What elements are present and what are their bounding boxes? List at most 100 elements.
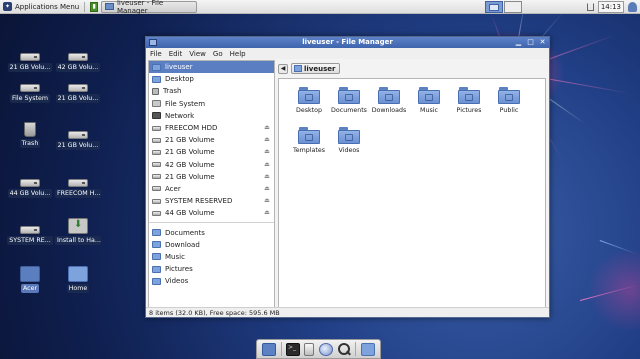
sidebar-item-label: Documents	[165, 228, 205, 237]
desktop-icon-freecom[interactable]: FREECOM H...	[55, 173, 101, 200]
sidebar-item-volume[interactable]: 42 GB Volume ⏏	[149, 159, 274, 171]
eject-icon[interactable]: ⏏	[264, 161, 270, 168]
sidebar-item-label: Desktop	[165, 75, 194, 84]
sidebar-item-trash[interactable]: Trash	[149, 85, 274, 97]
file-manager-icon	[105, 3, 114, 10]
eject-icon[interactable]: ⏏	[264, 137, 270, 143]
menu-edit[interactable]: Edit	[169, 50, 183, 58]
maximize-icon[interactable]: □	[526, 38, 535, 47]
menu-go[interactable]: Go	[213, 50, 223, 58]
desktop-icon-label: FREECOM H...	[55, 189, 101, 198]
panel-separator	[84, 1, 86, 12]
desktop-icon-volume[interactable]: 21 GB Volu...	[55, 125, 101, 152]
folder-item-videos[interactable]: Videos	[329, 127, 369, 154]
sidebar-item-music[interactable]: Music	[149, 251, 274, 263]
drive-icon	[68, 131, 88, 139]
sidebar-item-pictures[interactable]: Pictures	[149, 263, 274, 275]
sidebar-item-documents[interactable]: Documents	[149, 226, 274, 238]
eject-icon[interactable]: ⏏	[264, 210, 270, 216]
taskbar-window-button[interactable]: liveuser - File Manager	[101, 0, 198, 15]
sidebar-item-volume[interactable]: 21 GB Volume ⏏	[149, 171, 274, 183]
desktop-icon-system-reserved[interactable]: SYSTEM RE...	[7, 220, 53, 247]
menu-file[interactable]: File	[150, 50, 162, 58]
menu-view[interactable]: View	[189, 50, 206, 58]
desktop-icon-installer[interactable]: Install to Ha...	[55, 218, 101, 247]
desktop-icon-file-system[interactable]: File System	[7, 78, 53, 105]
file-view[interactable]: Desktop Documents Downloads Music Pictur…	[278, 78, 546, 308]
file-manager-icon[interactable]	[304, 342, 315, 356]
trash-icon	[24, 122, 36, 137]
drive-icon	[20, 179, 40, 187]
sidebar-item-desktop[interactable]: Desktop	[149, 73, 274, 85]
folder-item-desktop[interactable]: Desktop	[289, 87, 329, 114]
eject-icon[interactable]: ⏏	[264, 173, 270, 180]
folder-icon[interactable]	[360, 342, 375, 356]
eject-icon[interactable]: ⏏	[264, 124, 270, 131]
workspace-switcher[interactable]	[485, 1, 522, 13]
window-content: liveuser Desktop Trash File System Netwo…	[146, 60, 549, 308]
sidebar-item-liveuser[interactable]: liveuser	[149, 61, 274, 74]
sidebar-item-label: Download	[165, 240, 200, 249]
minimize-icon[interactable]: ▁	[514, 38, 523, 47]
desktop-icon-volume[interactable]: 21 GB Volu...	[7, 47, 53, 74]
sidebar-item-videos[interactable]: Videos	[149, 275, 274, 287]
folder-item-public[interactable]: Public	[489, 87, 529, 114]
workspace-2[interactable]	[504, 1, 522, 13]
close-icon[interactable]: ✕	[538, 38, 547, 47]
terminal-icon[interactable]	[285, 342, 300, 356]
user-icon[interactable]	[628, 2, 637, 12]
sidebar-item-volume[interactable]: 44 GB Volume ⏏	[149, 207, 274, 219]
folder-item-pictures[interactable]: Pictures	[449, 87, 489, 114]
desktop-icon-trash[interactable]: Trash	[7, 122, 53, 150]
menu-help[interactable]: Help	[230, 50, 246, 58]
back-button[interactable]: ◀	[278, 63, 288, 74]
launcher-icon[interactable]: ▮	[90, 1, 99, 12]
folder-item-templates[interactable]: Templates	[289, 127, 329, 154]
network-icon[interactable]	[586, 3, 594, 11]
sidebar-item-volume[interactable]: 21 GB Volume ⏏	[149, 134, 274, 146]
show-desktop-icon[interactable]	[262, 342, 277, 356]
eject-icon[interactable]: ⏏	[264, 185, 270, 192]
workspace-1[interactable]	[485, 1, 503, 13]
sidebar-item-label: FREECOM HDD	[165, 124, 218, 133]
home-icon	[294, 65, 302, 72]
taskbar-window-label: liveuser - File Manager	[116, 0, 164, 15]
sidebar-item-system-reserved[interactable]: SYSTEM RESERVED ⏏	[149, 195, 274, 207]
sidebar-divider	[149, 222, 274, 224]
desktop-icon-volume[interactable]: 42 GB Volu...	[55, 47, 101, 74]
public-folder-icon	[498, 87, 520, 104]
eject-icon[interactable]: ⏏	[264, 198, 270, 204]
web-browser-icon[interactable]	[318, 342, 333, 356]
folder-item-music[interactable]: Music	[409, 87, 449, 114]
sidebar-item-label: Trash	[163, 87, 182, 96]
menubar: File Edit View Go Help	[146, 48, 549, 59]
window-titlebar[interactable]: liveuser - File Manager ▁ □ ✕	[146, 37, 549, 48]
sidebar-item-label: Music	[165, 252, 185, 261]
clock[interactable]: 14:13	[597, 1, 624, 13]
drive-icon	[68, 84, 88, 92]
sidebar-item-file-system[interactable]: File System	[149, 98, 274, 110]
folder-item-documents[interactable]: Documents	[329, 87, 369, 114]
sidebar-item-volume[interactable]: 21 GB Volume ⏏	[149, 146, 274, 158]
sidebar-item-download[interactable]: Download	[149, 239, 274, 251]
eject-icon[interactable]: ⏏	[264, 149, 270, 155]
desktop-icon-volume[interactable]: 21 GB Volu...	[55, 78, 101, 105]
folder-item-label: Public	[499, 107, 519, 114]
desktop-icon-acer[interactable]: Acer	[7, 266, 53, 295]
folder-item-label: Music	[420, 107, 438, 114]
sidebar-item-freecom-hdd[interactable]: FREECOM HDD ⏏	[149, 122, 274, 134]
dock-separator	[355, 342, 357, 356]
desktop-icon-volume[interactable]: 44 GB Volu...	[7, 173, 53, 200]
sidebar-item-acer[interactable]: Acer ⏏	[149, 183, 274, 195]
breadcrumb[interactable]: liveuser	[291, 63, 341, 74]
desktop-icon-home[interactable]: Home	[55, 266, 101, 295]
applications-menu-button[interactable]: ✦ Applications Menu	[0, 0, 82, 14]
search-icon[interactable]	[337, 342, 351, 356]
folder-item-downloads[interactable]: Downloads	[369, 87, 409, 114]
path-bar: ◀ liveuser	[278, 62, 546, 75]
window-icon[interactable]	[149, 39, 157, 46]
downloads-folder-icon	[378, 87, 400, 104]
drive-icon	[68, 53, 88, 61]
sidebar-item-network[interactable]: Network	[149, 110, 274, 122]
desktop-icon-label: 42 GB Volu...	[55, 63, 101, 72]
